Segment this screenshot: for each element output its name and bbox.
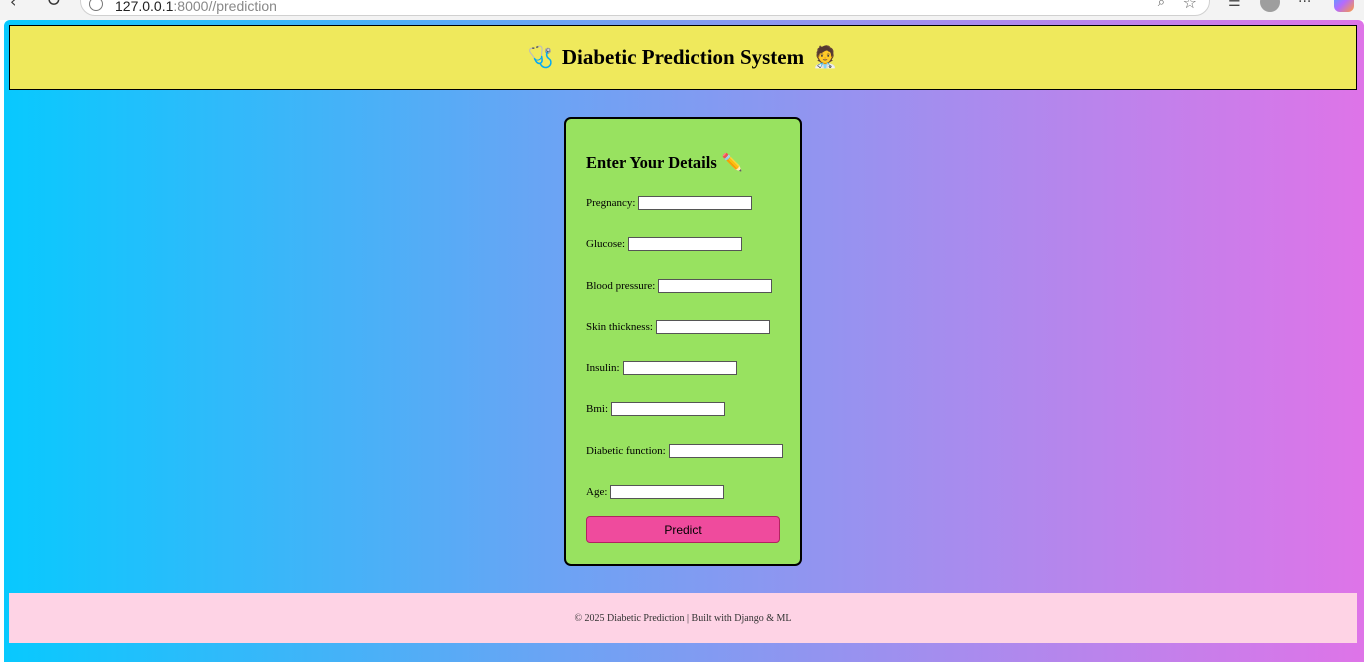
browser-toolbar: ‹ ↻ 127.0.0.1:8000//prediction ⌕ ☆ ☰ ··· — [0, 0, 1364, 20]
url-text: 127.0.0.1:8000//prediction — [115, 0, 277, 14]
back-arrow-icon[interactable]: ‹ — [10, 0, 16, 11]
blood-pressure-label: Blood pressure: — [586, 280, 656, 292]
blood-pressure-input[interactable] — [658, 279, 773, 293]
diabetic-function-input[interactable] — [668, 444, 783, 458]
copilot-icon[interactable] — [1334, 0, 1354, 12]
skin-thickness-input[interactable] — [655, 320, 770, 334]
prediction-form: Enter Your Details ✏️ Pregnancy: Glucose… — [564, 117, 802, 566]
footer-text: © 2025 Diabetic Prediction | Built with … — [574, 612, 792, 624]
pregnancy-label: Pregnancy: — [586, 197, 636, 209]
insulin-label: Insulin: — [586, 362, 620, 374]
glucose-row: Glucose: — [586, 236, 743, 252]
glucose-input[interactable] — [628, 237, 743, 251]
bmi-label: Bmi: — [586, 403, 609, 415]
age-row: Age: — [586, 484, 725, 500]
doctor-icon: 🧑‍⚕️ — [812, 45, 839, 69]
diabetic-function-label: Diabetic function: — [586, 445, 666, 457]
bmi-row: Bmi: — [586, 401, 726, 417]
skin-thickness-row: Skin thickness: — [586, 319, 770, 335]
profile-avatar-icon[interactable] — [1260, 0, 1280, 12]
reading-list-icon[interactable]: ☰ — [1228, 0, 1241, 10]
page-viewport: 🩺 Diabetic Prediction System 🧑‍⚕️ Enter … — [4, 20, 1364, 662]
blood-pressure-row: Blood pressure: — [586, 278, 773, 294]
insulin-row: Insulin: — [586, 360, 737, 376]
reload-icon[interactable]: ↻ — [46, 0, 61, 11]
insulin-input[interactable] — [622, 361, 737, 375]
form-heading-text: Enter Your Details — [586, 153, 717, 172]
predict-button[interactable]: Predict — [586, 516, 780, 543]
site-footer: © 2025 Diabetic Prediction | Built with … — [9, 593, 1357, 643]
pencil-icon: ✏️ — [721, 152, 743, 173]
bmi-input[interactable] — [611, 402, 726, 416]
zoom-icon[interactable]: ⌕ — [1158, 0, 1165, 10]
address-bar[interactable]: 127.0.0.1:8000//prediction ⌕ ☆ — [80, 0, 1210, 16]
page-title-text: Diabetic Prediction System — [561, 45, 805, 69]
age-input[interactable] — [610, 485, 725, 499]
stethoscope-icon: 🩺 — [527, 45, 554, 69]
form-heading: Enter Your Details ✏️ — [586, 153, 743, 173]
more-menu-icon[interactable]: ··· — [1298, 0, 1311, 10]
page-title: 🩺 Diabetic Prediction System 🧑‍⚕️ — [528, 45, 839, 70]
skin-thickness-label: Skin thickness: — [586, 321, 653, 333]
pregnancy-row: Pregnancy: — [586, 195, 753, 211]
glucose-label: Glucose: — [586, 238, 626, 250]
pregnancy-input[interactable] — [638, 196, 753, 210]
diabetic-function-row: Diabetic function: — [586, 443, 783, 459]
favorite-star-icon[interactable]: ☆ — [1183, 0, 1197, 12]
site-info-icon[interactable] — [89, 0, 103, 11]
age-label: Age: — [586, 486, 608, 498]
site-header: 🩺 Diabetic Prediction System 🧑‍⚕️ — [9, 25, 1357, 90]
